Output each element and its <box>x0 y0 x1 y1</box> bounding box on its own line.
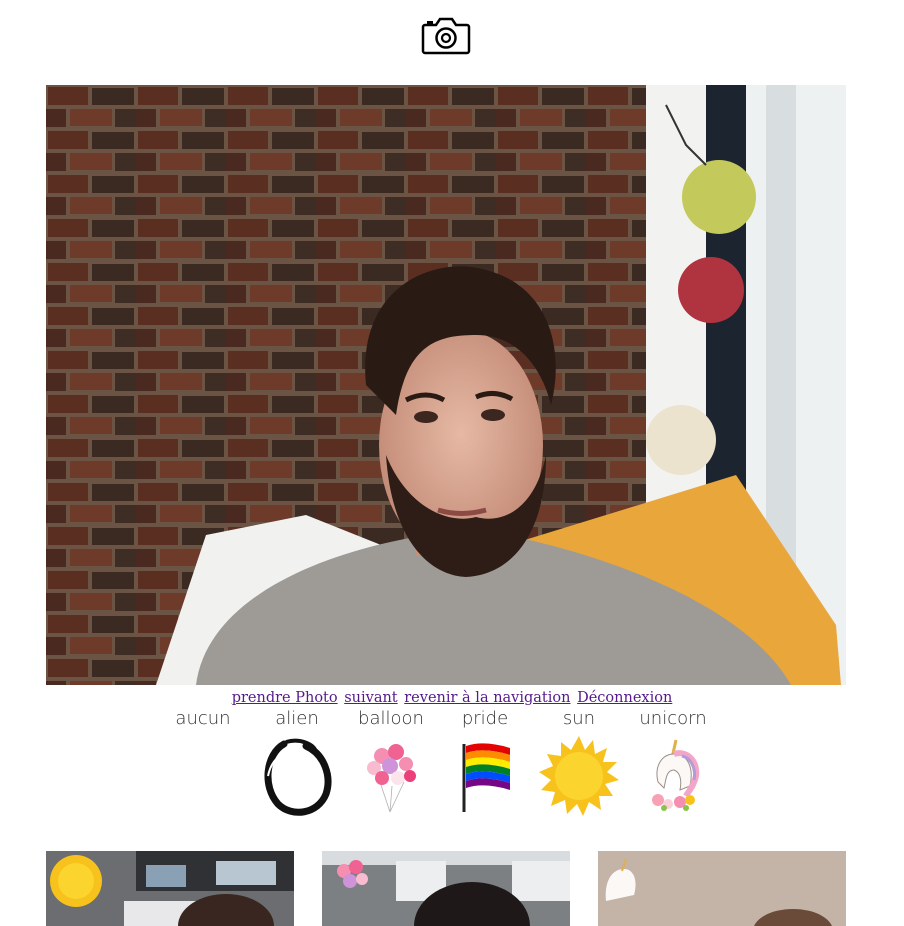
webcam-preview <box>46 85 846 685</box>
filter-label-balloon[interactable]: balloon <box>358 708 424 729</box>
filter-label-aucun[interactable]: aucun <box>175 708 230 729</box>
filter-label-pride[interactable]: pride <box>462 708 508 729</box>
filter-label-sun[interactable]: sun <box>563 708 595 729</box>
filter-label-unicorn[interactable]: unicorn <box>639 708 706 729</box>
logout-link[interactable]: Déconnexion <box>577 690 672 706</box>
next-link[interactable]: suivant <box>344 690 397 706</box>
filter-label-alien[interactable]: alien <box>275 708 319 729</box>
take-photo-link[interactable]: prendre Photo <box>232 690 338 706</box>
camera-icon[interactable] <box>421 16 471 56</box>
pride-flag-icon[interactable] <box>448 736 528 816</box>
unicorn-icon[interactable] <box>636 736 716 816</box>
alien-ring-icon[interactable] <box>256 736 336 816</box>
balloon-icon[interactable] <box>352 736 432 816</box>
gallery-thumbnail[interactable] <box>46 851 294 926</box>
back-to-navigation-link[interactable]: revenir à la navigation <box>404 690 570 706</box>
action-links: prendre Photo suivant revenir à la navig… <box>0 688 904 708</box>
gallery-thumbnail[interactable] <box>322 851 570 926</box>
sun-icon[interactable] <box>539 736 619 816</box>
gallery-thumbnail[interactable] <box>598 851 846 926</box>
